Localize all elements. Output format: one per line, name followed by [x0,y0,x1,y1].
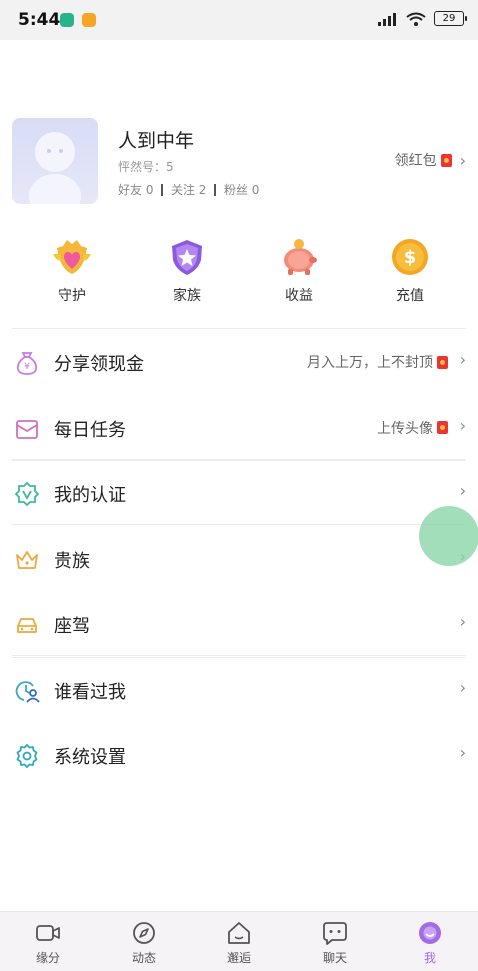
section-divider [12,459,466,460]
menu-item-share-cash[interactable]: ¥ 分享领现金 月入上万，上不封顶 › [0,330,478,396]
shield-app-icon [60,13,74,27]
guard-icon [53,240,91,274]
chevron-right-icon: › [459,481,466,500]
menu-label: 系统设置 [54,747,126,768]
chat-bubble-icon [323,922,347,945]
bottom-tab-bar: 缘分 动态 邂逅 聊天 我 [0,911,478,971]
money-bag-icon: ¥ [16,352,38,375]
menu-subtitle: 上传头像 [377,418,448,438]
menu-subtitle-text: 月入上万，上不封顶 [307,355,433,371]
tab-label: 邂逅 [226,951,251,965]
chevron-right-icon: › [459,415,466,435]
compass-icon [133,922,155,944]
quick-action-guard[interactable]: 守护 [22,236,122,305]
stat-divider [214,183,216,196]
svg-text:$: $ [404,247,417,268]
chevron-right-icon: › [459,612,466,631]
friends-count[interactable]: 好友 0 [118,181,153,198]
me-face-icon [419,922,441,944]
menu-label: 贵族 [54,550,90,572]
avatar[interactable] [12,118,98,204]
profile-name: 人到中年 [118,130,195,152]
svg-text:¥: ¥ [24,362,30,372]
quick-actions: 守护 家族 收益 $ 充值 [0,236,478,306]
redpacket-link[interactable]: 领红包 › [395,150,466,170]
menu-subtitle-text: 上传头像 [377,420,433,437]
tab-me[interactable]: 我 [400,920,460,966]
signal-icon [378,12,396,26]
quick-action-label: 充值 [396,288,424,304]
family-shield-icon [172,240,202,275]
crown-icon [16,550,38,569]
following-count[interactable]: 关注 2 [171,181,206,198]
quick-action-label: 家族 [173,288,201,304]
redpacket-label: 领红包 [394,153,437,169]
visitor-clock-icon [15,680,40,703]
tab-label: 聊天 [322,951,347,965]
tab-chat[interactable]: 聊天 [305,920,365,966]
section-divider [12,328,466,329]
menu-subtitle: 月入上万，上不封顶 [307,352,448,372]
menu-label: 座驾 [54,616,90,637]
video-icon [36,925,60,941]
quick-action-earnings[interactable]: 收益 [249,236,349,305]
menu-label: 谁看过我 [54,681,126,703]
menu-label: 我的认证 [54,485,126,506]
tab-label: 缘分 [35,951,60,965]
quick-action-label: 收益 [285,288,313,304]
profile-header[interactable]: 人到中年 怦然号：5 好友 0 关注 2 粉丝 0 领红包 › [0,112,478,212]
tab-label: 动态 [131,951,156,965]
section-divider [12,524,466,525]
home-icon [228,922,250,944]
profile-stats: 好友 0 关注 2 粉丝 0 [118,181,259,198]
quick-action-recharge[interactable]: $ 充值 [360,236,460,305]
fans-count[interactable]: 粉丝 0 [224,181,259,198]
chevron-right-icon: › [459,150,466,170]
menu-item-car[interactable]: 座驾 › [0,592,478,658]
settings-gear-icon [16,744,38,768]
menu-list: ¥ 分享领现金 月入上万，上不封顶 › 每日任务 上传头像 › 我的认证 › 贵… [0,330,478,789]
wifi-icon [406,12,426,26]
menu-label: 分享领现金 [54,354,144,375]
piggy-bank-icon [284,239,317,275]
menu-item-daily-tasks[interactable]: 每日任务 上传头像 › [0,396,478,461]
chevron-right-icon: › [459,743,466,762]
red-envelope-icon [437,355,448,369]
red-envelope-icon [437,421,448,434]
quick-action-label: 守护 [58,288,86,304]
menu-item-visitors[interactable]: 谁看过我 › [0,658,478,724]
tab-label: 我 [423,951,436,965]
coin-icon: $ [392,239,428,275]
stat-divider [161,183,163,196]
message-app-icon [82,13,96,27]
status-time: 5:44 [18,10,61,30]
task-envelope-icon [16,419,38,439]
menu-item-nobility[interactable]: 贵族 › [0,527,478,593]
quick-action-family[interactable]: 家族 [137,236,237,305]
car-icon [17,618,37,633]
chevron-right-icon: › [459,677,466,697]
section-divider [12,655,466,656]
tab-fate[interactable]: 缘分 [18,920,78,966]
tab-moments[interactable]: 动态 [114,920,174,966]
menu-label: 每日任务 [54,419,126,441]
chevron-right-icon: › [459,350,466,369]
profile-id: 怦然号：5 [118,160,174,174]
floating-assist-button[interactable] [419,506,478,566]
red-envelope-icon [440,153,452,167]
battery-icon: 29 [434,11,467,26]
tab-encounter[interactable]: 邂逅 [209,920,269,966]
status-bar: 5:44 29 [0,0,478,40]
verified-badge-icon [14,481,40,507]
menu-item-verification[interactable]: 我的认证 › [0,461,478,527]
menu-item-settings[interactable]: 系统设置 › [0,723,478,789]
